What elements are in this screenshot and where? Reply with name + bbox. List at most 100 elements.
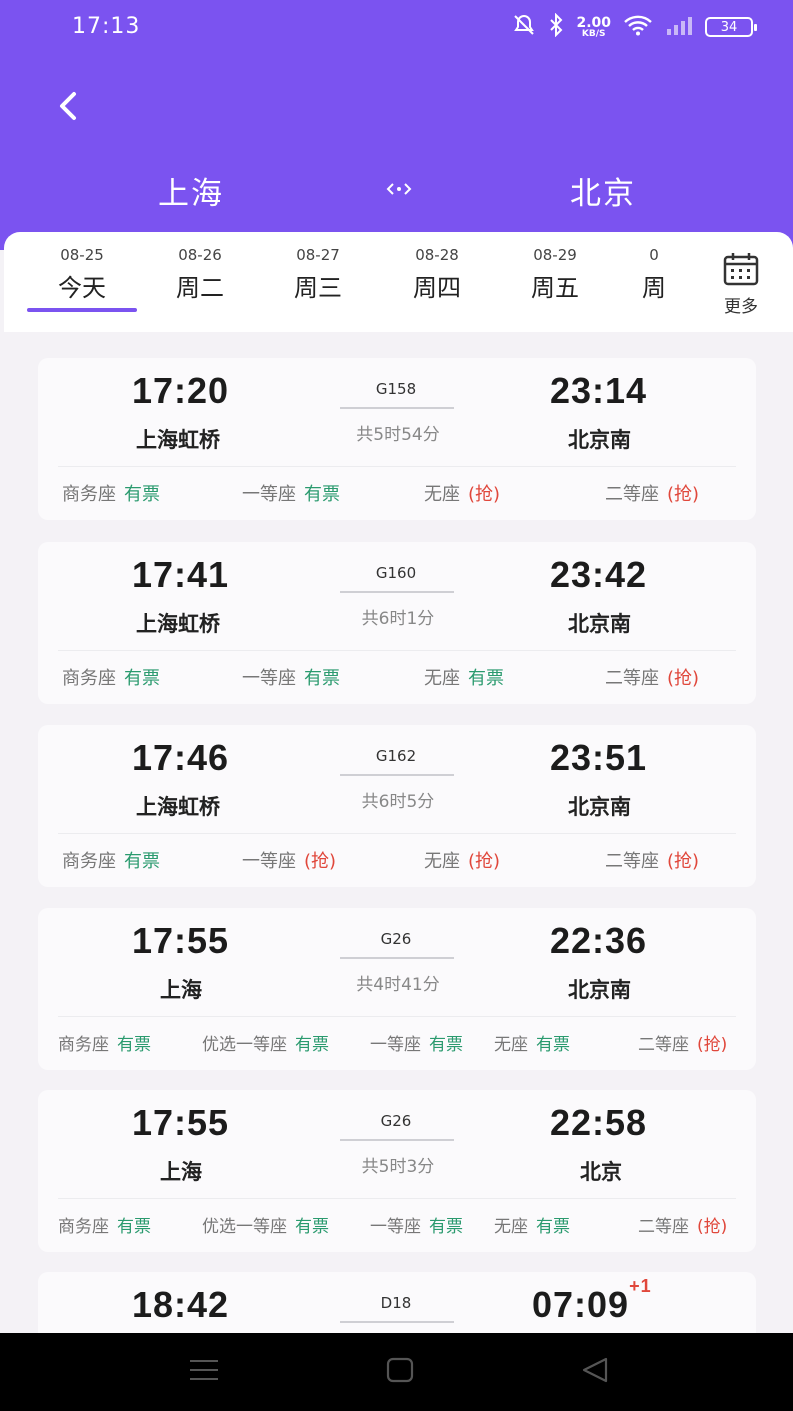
seat-class: 商务座 有票: [58, 1035, 151, 1055]
wifi-icon: [623, 14, 653, 41]
date-tab[interactable]: 0 周: [604, 246, 704, 303]
train-card[interactable]: 17:20 上海虹桥 G158 共5时54分 23:14 北京南 商务座 有票 一…: [38, 358, 756, 520]
departure-time: 18:42: [132, 1284, 230, 1325]
seat-availability: 商务座 有票 优选一等座 有票 一等座 有票 无座 有票 二等座 (抢): [38, 1212, 756, 1238]
departure-station: 上海虹桥: [136, 612, 220, 636]
route: 上海 北京: [0, 168, 793, 220]
menu-icon[interactable]: [186, 1355, 226, 1389]
seat-availability: 商务座 有票 优选一等座 有票 一等座 有票 无座 有票 二等座 (抢): [38, 1030, 756, 1056]
train-card[interactable]: 17:41 上海虹桥 G160 共6时1分 23:42 北京南 商务座 有票 一等…: [38, 542, 756, 704]
seat-class: 无座 (抢): [424, 851, 501, 872]
calendar-icon: [723, 253, 759, 286]
departure-time: 17:55: [132, 1102, 230, 1143]
date-tab[interactable]: 08-27 周三: [268, 246, 368, 303]
seat-class: 一等座 有票: [370, 1035, 463, 1055]
seat-class: 商务座 有票: [62, 851, 160, 872]
more-dates-button[interactable]: 更多: [711, 252, 771, 317]
seat-class: 无座 (抢): [424, 484, 501, 505]
back-nav-icon[interactable]: [578, 1355, 618, 1389]
back-button[interactable]: [44, 82, 92, 130]
departure-station: 上海虹桥: [136, 795, 220, 819]
divider: [58, 1016, 736, 1017]
seat-class: 二等座 (抢): [605, 851, 700, 872]
seat-class: 一等座 有票: [370, 1217, 463, 1237]
divider: [58, 466, 736, 467]
seat-class: 二等座 (抢): [605, 668, 700, 689]
divider: [58, 1198, 736, 1199]
seat-class: 商务座 有票: [58, 1217, 151, 1237]
route-line: [340, 591, 454, 593]
train-number: G162: [375, 747, 417, 765]
swap-icon[interactable]: [386, 182, 412, 200]
seat-availability: 商务座 有票 一等座 (抢) 无座 (抢) 二等座 (抢): [38, 847, 756, 873]
seat-class: 优选一等座 有票: [202, 1217, 329, 1237]
status-bar: 17:13 2.00 KB/S 34: [0, 0, 793, 56]
seat-class: 一等座 有票: [242, 668, 340, 689]
seat-class: 二等座 (抢): [638, 1035, 728, 1055]
arrival-station: 北京南: [568, 978, 631, 1002]
next-day-badge: +1: [629, 1276, 652, 1296]
arrival-time: 23:42: [550, 554, 648, 595]
status-icons: 2.00 KB/S 34: [512, 12, 757, 42]
seat-class: 商务座 有票: [62, 668, 160, 689]
seat-class: 无座 有票: [494, 1035, 570, 1055]
battery-icon: 34: [705, 17, 757, 37]
train-number: G26: [380, 930, 412, 948]
system-nav-bar: [0, 1333, 793, 1411]
train-number: D18: [380, 1294, 412, 1312]
arrival-station: 北京南: [568, 428, 631, 452]
net-speed: 2.00 KB/S: [576, 14, 611, 39]
route-line: [340, 1139, 454, 1141]
seat-availability: 商务座 有票 一等座 有票 无座 (抢) 二等座 (抢): [38, 480, 756, 506]
bluetooth-icon: [548, 12, 564, 42]
departure-time: 17:20: [132, 370, 230, 411]
mute-bell-icon: [512, 13, 536, 42]
departure-station: 上海: [160, 1160, 202, 1184]
divider: [58, 833, 736, 834]
seat-class: 一等座 有票: [242, 484, 340, 505]
to-city[interactable]: 北京: [570, 168, 636, 213]
date-tab[interactable]: 08-25 今天: [32, 246, 132, 303]
seat-class: 二等座 (抢): [638, 1217, 728, 1237]
seat-class: 一等座 (抢): [242, 851, 337, 872]
arrival-station: 北京南: [568, 795, 631, 819]
arrival-time: 22:58: [550, 1102, 648, 1143]
signal-icon: [665, 15, 693, 40]
arrival-station: 北京: [580, 1160, 622, 1184]
route-line: [340, 774, 454, 776]
seat-class: 商务座 有票: [62, 484, 160, 505]
departure-time: 17:46: [132, 737, 230, 778]
departure-time: 17:55: [132, 920, 230, 961]
route-line: [340, 957, 454, 959]
selected-date-indicator: [27, 308, 137, 312]
date-tab[interactable]: 08-26 周二: [150, 246, 250, 303]
train-card[interactable]: 17:46 上海虹桥 G162 共6时5分 23:51 北京南 商务座 有票 一等…: [38, 725, 756, 887]
route-line: [340, 1321, 454, 1323]
seat-class: 优选一等座 有票: [202, 1035, 329, 1055]
date-selector: 08-25 今天 08-26 周二 08-27 周三 08-28 周四 08-2…: [4, 232, 793, 332]
departure-station: 上海虹桥: [136, 428, 220, 452]
arrival-time: 23:51: [550, 737, 648, 778]
train-number: G160: [375, 564, 417, 582]
seat-availability: 商务座 有票 一等座 有票 无座 有票 二等座 (抢): [38, 664, 756, 690]
home-icon[interactable]: [383, 1355, 423, 1389]
departure-station: 上海: [160, 978, 202, 1002]
date-tab[interactable]: 08-28 周四: [387, 246, 487, 303]
departure-time: 17:41: [132, 554, 230, 595]
arrival-time: 22:36: [550, 920, 648, 961]
arrival-time: 23:14: [550, 370, 648, 411]
travel-duration: 共6时1分: [361, 609, 435, 629]
date-tab[interactable]: 08-29 周五: [505, 246, 605, 303]
train-card[interactable]: 17:55 上海 G26 共4时41分 22:36 北京南 商务座 有票 优选一等…: [38, 908, 756, 1070]
train-card[interactable]: 17:55 上海 G26 共5时3分 22:58 北京 商务座 有票 优选一等座有…: [38, 1090, 756, 1252]
arrival-time: 07:09+1: [532, 1276, 652, 1325]
header: 17:13 2.00 KB/S 34 上海 北京: [0, 0, 793, 250]
route-line: [340, 407, 454, 409]
divider: [58, 650, 736, 651]
train-number: G26: [380, 1112, 412, 1130]
travel-duration: 共6时5分: [361, 792, 435, 812]
from-city[interactable]: 上海: [158, 168, 224, 213]
seat-class: 二等座 (抢): [605, 484, 700, 505]
seat-class: 无座 有票: [424, 668, 504, 689]
arrival-station: 北京南: [568, 612, 631, 636]
